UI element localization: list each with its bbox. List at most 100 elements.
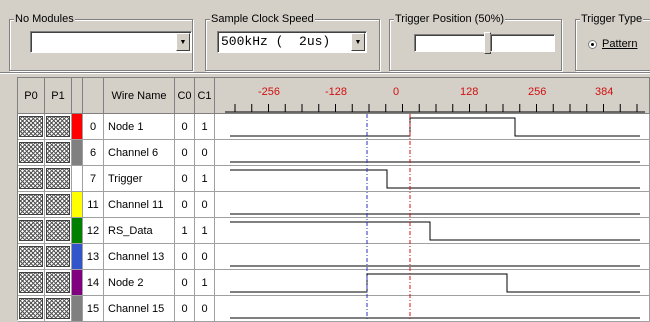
p0-pattern-icon[interactable] xyxy=(19,220,43,241)
p1-pattern-icon[interactable] xyxy=(46,246,70,267)
channel-index: 6 xyxy=(83,140,104,166)
p1-cell[interactable] xyxy=(45,114,72,140)
scale-tick-label: -256 xyxy=(258,86,280,98)
scale-tick-label: 384 xyxy=(595,86,613,98)
p0-cell[interactable] xyxy=(18,114,45,140)
header-p1[interactable]: P1 xyxy=(45,78,72,114)
chevron-down-icon[interactable]: ▼ xyxy=(351,33,365,51)
header-wire-name[interactable]: Wire Name xyxy=(104,78,175,114)
p0-pattern-icon[interactable] xyxy=(19,246,43,267)
pattern-radio-label[interactable]: Pattern xyxy=(602,38,637,50)
modules-label: No Modules xyxy=(14,13,75,26)
header-c0[interactable]: C0 xyxy=(175,78,195,114)
c1-cell: 0 xyxy=(195,244,215,270)
p1-pattern-icon[interactable] xyxy=(46,298,70,319)
p0-cell[interactable] xyxy=(18,166,45,192)
p0-cell[interactable] xyxy=(18,192,45,218)
p1-cell[interactable] xyxy=(45,270,72,296)
clock-dropdown[interactable]: 500kHz ( 2us) ▼ xyxy=(217,31,367,53)
c0-cell: 0 xyxy=(175,192,195,218)
time-scale-ruler: -256 -128 0 128 256 384 xyxy=(225,86,645,113)
c0-cell: 1 xyxy=(175,218,195,244)
header-color xyxy=(72,78,83,114)
p0-cell[interactable] xyxy=(18,244,45,270)
p1-cell[interactable] xyxy=(45,296,72,322)
channel-index: 0 xyxy=(83,114,104,140)
wire-name-cell[interactable]: Channel 11 xyxy=(104,192,175,218)
channel-color-swatch[interactable] xyxy=(72,244,83,270)
p0-pattern-icon[interactable] xyxy=(19,116,43,137)
p0-pattern-icon[interactable] xyxy=(19,298,43,319)
channel-color-swatch[interactable] xyxy=(72,166,83,192)
channel-index: 12 xyxy=(83,218,104,244)
wire-name-cell[interactable]: Channel 13 xyxy=(104,244,175,270)
trigger-position-right-field[interactable] xyxy=(490,34,555,52)
c1-cell: 1 xyxy=(195,114,215,140)
c0-cell: 0 xyxy=(175,140,195,166)
channel-color-swatch[interactable] xyxy=(72,140,83,166)
signal-waveform xyxy=(230,273,640,293)
channel-index: 14 xyxy=(83,270,104,296)
p0-cell[interactable] xyxy=(18,140,45,166)
trigger-position-group: Trigger Position (50%) xyxy=(389,13,562,71)
p1-pattern-icon[interactable] xyxy=(46,272,70,293)
c1-cell: 0 xyxy=(195,140,215,166)
wire-name-cell[interactable]: Trigger xyxy=(104,166,175,192)
c1-cell: 0 xyxy=(195,296,215,322)
toolbar-divider-highlight xyxy=(0,73,650,74)
clock-group: Sample Clock Speed 500kHz ( 2us) ▼ xyxy=(205,13,380,71)
header-index xyxy=(83,78,104,114)
channel-color-swatch[interactable] xyxy=(72,218,83,244)
p0-pattern-icon[interactable] xyxy=(19,142,43,163)
clock-value: 500kHz ( 2us) xyxy=(221,34,331,49)
c0-cell: 0 xyxy=(175,114,195,140)
trigger-position-left-field[interactable] xyxy=(414,34,486,52)
c1-cell: 1 xyxy=(195,218,215,244)
p0-cell[interactable] xyxy=(18,218,45,244)
trigger-position-label: Trigger Position (50%) xyxy=(394,13,506,26)
p0-pattern-icon[interactable] xyxy=(19,168,43,189)
scale-tick-label: 256 xyxy=(528,86,546,98)
p1-pattern-icon[interactable] xyxy=(46,220,70,241)
signal-waveform xyxy=(230,117,640,137)
trigger-type-group: Trigger Type Pattern xyxy=(575,13,650,71)
signal-waveform xyxy=(230,221,640,241)
channel-color-swatch[interactable] xyxy=(72,296,83,322)
channel-index: 7 xyxy=(83,166,104,192)
p1-cell[interactable] xyxy=(45,192,72,218)
p0-cell[interactable] xyxy=(18,296,45,322)
c0-cell: 0 xyxy=(175,166,195,192)
p1-cell[interactable] xyxy=(45,218,72,244)
waveform-area[interactable] xyxy=(230,114,650,320)
p0-cell[interactable] xyxy=(18,270,45,296)
header-c1[interactable]: C1 xyxy=(195,78,215,114)
modules-group: No Modules ▼ xyxy=(9,13,193,71)
channel-index: 13 xyxy=(83,244,104,270)
scale-tick-label: 128 xyxy=(460,86,478,98)
c1-cell: 1 xyxy=(195,166,215,192)
chevron-down-icon[interactable]: ▼ xyxy=(176,33,190,51)
p1-cell[interactable] xyxy=(45,244,72,270)
channel-color-swatch[interactable] xyxy=(72,192,83,218)
wire-name-cell[interactable]: Node 1 xyxy=(104,114,175,140)
p1-pattern-icon[interactable] xyxy=(46,116,70,137)
p1-cell[interactable] xyxy=(45,140,72,166)
header-p0[interactable]: P0 xyxy=(18,78,45,114)
modules-dropdown[interactable]: ▼ xyxy=(30,31,192,53)
p1-cell[interactable] xyxy=(45,166,72,192)
wire-name-cell[interactable]: Channel 15 xyxy=(104,296,175,322)
clock-label: Sample Clock Speed xyxy=(210,13,315,26)
c0-cell: 0 xyxy=(175,244,195,270)
p0-pattern-icon[interactable] xyxy=(19,194,43,215)
channel-color-swatch[interactable] xyxy=(72,270,83,296)
p1-pattern-icon[interactable] xyxy=(46,168,70,189)
p0-pattern-icon[interactable] xyxy=(19,272,43,293)
channel-color-swatch[interactable] xyxy=(72,114,83,140)
scale-tick-label: 0 xyxy=(393,86,399,98)
p1-pattern-icon[interactable] xyxy=(46,194,70,215)
pattern-radio[interactable] xyxy=(588,40,597,49)
wire-name-cell[interactable]: RS_Data xyxy=(104,218,175,244)
wire-name-cell[interactable]: Channel 6 xyxy=(104,140,175,166)
p1-pattern-icon[interactable] xyxy=(46,142,70,163)
wire-name-cell[interactable]: Node 2 xyxy=(104,270,175,296)
